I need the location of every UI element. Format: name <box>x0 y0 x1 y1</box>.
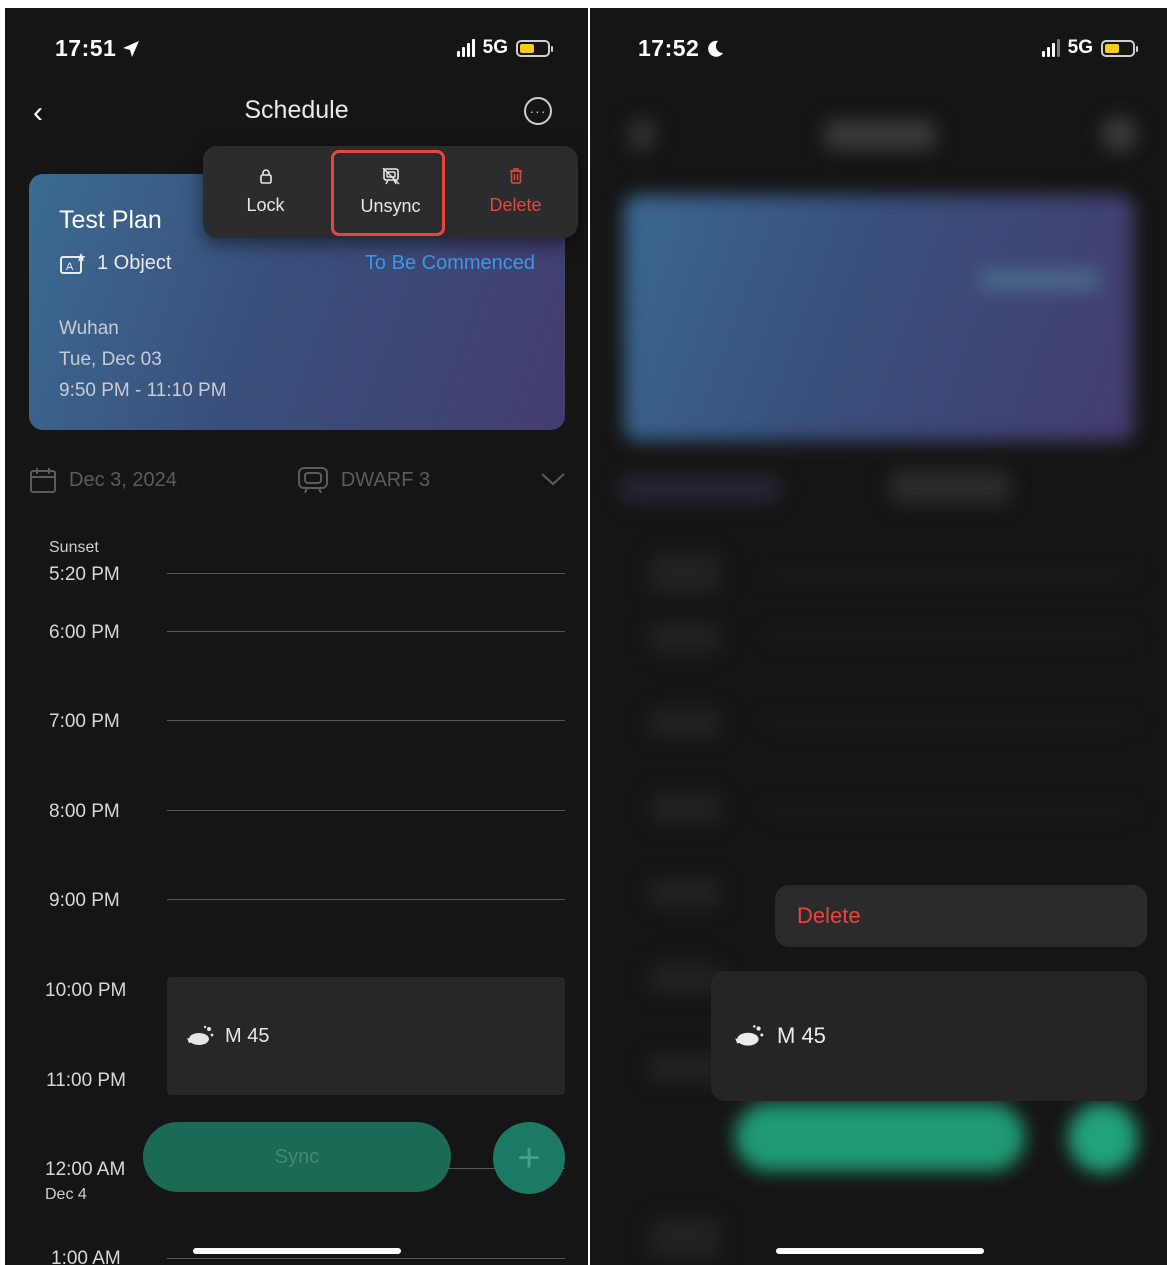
moon-icon <box>708 40 724 57</box>
time-label: 12:00 AM <box>45 1159 126 1180</box>
filter-row: Dec 3, 2024 DWARF 3 <box>29 463 566 497</box>
plan-time-range: 9:50 PM - 11:10 PM <box>59 380 227 401</box>
timeline-line <box>167 573 565 574</box>
time-label: 8:00 PM <box>49 801 120 822</box>
lock-label: Lock <box>246 194 285 215</box>
date-text: Dec 3, 2024 <box>69 468 177 491</box>
signal-icon <box>456 39 475 57</box>
date-selector[interactable]: Dec 3, 2024 <box>29 466 177 494</box>
plan-location: Wuhan <box>59 318 119 339</box>
time-label: 6:00 PM <box>49 622 120 643</box>
scheduled-target[interactable]: M 45 <box>711 971 1147 1101</box>
scheduled-target[interactable]: M 45 <box>167 977 565 1095</box>
next-day-label: Dec 4 <box>45 1186 87 1203</box>
status-indicators: 5G <box>456 37 553 59</box>
battery-icon <box>516 39 553 57</box>
network-label: 5G <box>482 37 508 58</box>
unsync-icon <box>382 167 400 188</box>
more-icon[interactable]: ··· <box>524 97 552 125</box>
timeline-line <box>167 810 565 811</box>
object-count: A 1 Object <box>59 251 171 275</box>
target-name: M 45 <box>777 1023 826 1048</box>
delete-label: Delete <box>489 195 542 215</box>
delete-button[interactable]: Delete <box>453 146 578 238</box>
delete-button[interactable]: Delete <box>775 885 1147 947</box>
plus-icon[interactable]: + <box>493 1122 565 1194</box>
lock-icon <box>259 168 273 187</box>
device-text: DWARF 3 <box>340 468 431 491</box>
time-label: 11:00 PM <box>46 1070 126 1091</box>
home-indicator <box>193 1248 401 1254</box>
timeline-line <box>167 631 565 632</box>
unsync-label: Unsync <box>360 195 421 216</box>
right-screen: 17:52 5G Delete M 45 <box>590 8 1167 1265</box>
delete-label: Delete <box>797 903 861 928</box>
time-label: 7:00 PM <box>49 711 120 732</box>
signal-icon <box>1041 39 1060 57</box>
left-screen: 17:51 5G ‹ Schedule ··· Test Plan A 1 Ob… <box>5 8 588 1265</box>
chevron-down-icon[interactable] <box>540 467 566 493</box>
target-name: M 45 <box>225 1024 270 1047</box>
time-label: 9:00 PM <box>49 890 120 911</box>
timeline-line <box>167 720 565 721</box>
object-icon: A <box>60 253 86 274</box>
time-label: 1:00 AM <box>51 1248 121 1265</box>
svg-text:A: A <box>66 261 74 273</box>
home-indicator <box>776 1248 984 1254</box>
status-time: 17:51 <box>55 35 140 62</box>
telescope-icon <box>297 467 328 494</box>
time-label: 10:00 PM <box>45 980 127 1001</box>
nebula-icon <box>735 1025 764 1046</box>
status-indicators: 5G <box>1041 37 1138 59</box>
object-count-text: 1 Object <box>97 251 172 274</box>
network-label: 5G <box>1067 37 1093 58</box>
timeline-line <box>167 1258 565 1259</box>
time-label: 5:20 PM <box>49 564 120 585</box>
time-text: 17:51 <box>55 35 117 61</box>
time-text: 17:52 <box>638 35 700 61</box>
calendar-icon <box>30 468 56 493</box>
unsync-button[interactable]: Unsync <box>328 146 453 238</box>
status-bar: 17:52 5G <box>590 8 1167 88</box>
timeline-line <box>167 899 565 900</box>
location-arrow-icon <box>123 40 140 57</box>
lock-button[interactable]: Lock <box>203 146 328 238</box>
battery-icon <box>1101 39 1138 57</box>
device-selector[interactable]: DWARF 3 <box>297 466 430 494</box>
plan-status: To Be Commenced <box>364 251 535 274</box>
sync-button[interactable]: Sync <box>143 1122 451 1192</box>
plan-context-menu: Lock Unsync Delete <box>203 146 578 238</box>
nebula-icon <box>187 1025 214 1045</box>
trash-icon <box>509 168 523 187</box>
page-title: Schedule <box>244 96 349 124</box>
status-bar: 17:51 5G <box>5 8 588 88</box>
status-time: 17:52 <box>638 35 725 62</box>
plan-date: Tue, Dec 03 <box>59 349 162 370</box>
sunset-label: Sunset <box>49 539 99 556</box>
